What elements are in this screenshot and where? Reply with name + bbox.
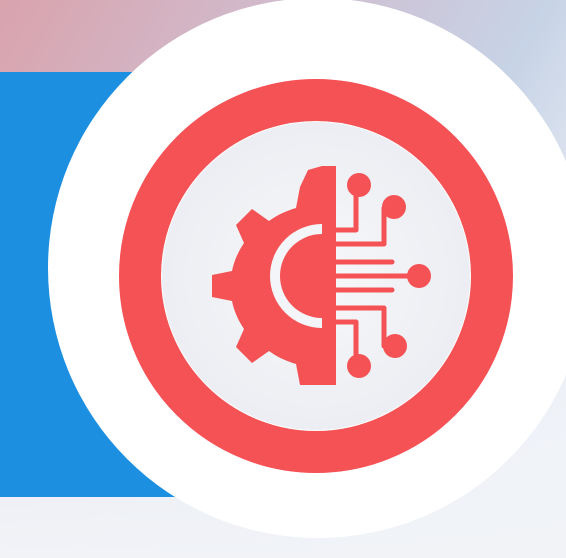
circuit-node [347,173,371,197]
circuit-node [407,264,431,288]
circuit-node [347,354,371,378]
emblem [48,0,566,538]
circuit-node [382,195,406,219]
circuit-node [383,334,407,358]
